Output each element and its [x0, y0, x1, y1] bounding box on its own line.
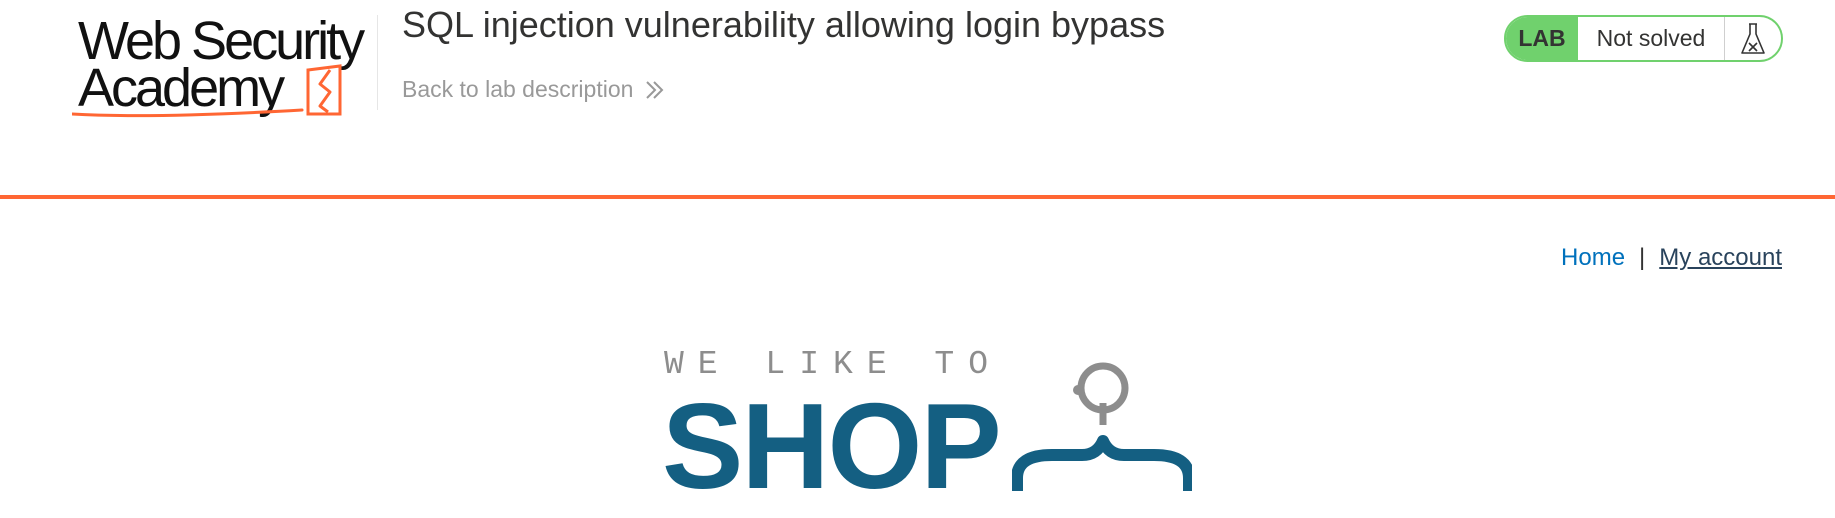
- lab-status-widget: LAB Not solved: [1504, 15, 1783, 62]
- home-link[interactable]: Home: [1561, 244, 1625, 272]
- lab-status-text: Not solved: [1578, 17, 1725, 60]
- we-like-to-shop-logo: WE LIKE TO SHOP: [662, 345, 1192, 518]
- nav-separator: |: [1639, 244, 1646, 271]
- web-security-academy-logo[interactable]: Web Security Academy: [72, 14, 378, 122]
- header-divider-rule: [0, 195, 1835, 199]
- shop-top-nav: Home | My account: [1561, 244, 1782, 272]
- double-chevron-right-icon: [646, 80, 664, 99]
- academy-bolt-icon: [72, 64, 342, 118]
- lab-title: SQL injection vulnerability allowing log…: [402, 4, 1166, 45]
- flask-icon: [1725, 17, 1781, 60]
- header-divider: [377, 15, 378, 110]
- back-link-label: Back to lab description: [402, 76, 634, 102]
- shop-wordmark: SHOP: [662, 378, 1002, 514]
- my-account-link[interactable]: My account: [1659, 244, 1782, 272]
- clothes-hanger-icon: [1012, 362, 1192, 491]
- back-to-lab-description-link[interactable]: Back to lab description: [402, 76, 665, 103]
- lab-header: Web Security Academy SQL injection vulne…: [0, 0, 1835, 200]
- lab-tag: LAB: [1506, 17, 1578, 60]
